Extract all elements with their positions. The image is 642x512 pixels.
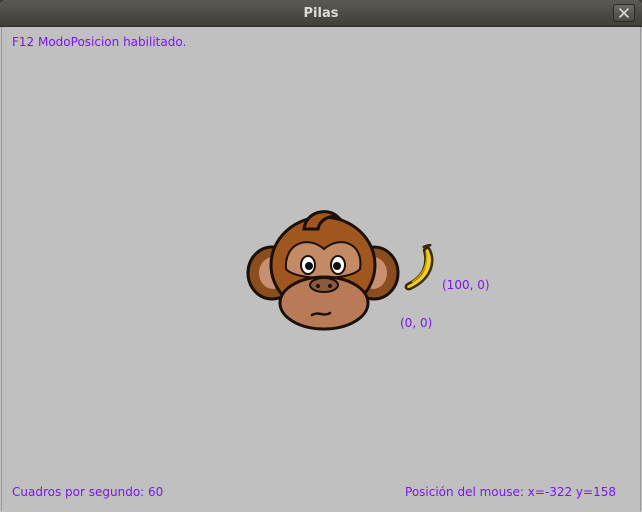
monkey-coordinate-label: (0, 0) <box>400 316 433 330</box>
fps-counter: Cuadros por segundo: 60 <box>12 485 164 499</box>
app-window: Pilas F12 ModoPosicion habilitado. (100,… <box>0 0 642 512</box>
game-canvas[interactable]: F12 ModoPosicion habilitado. (100, 0) (0… <box>1 27 641 511</box>
banana-coordinate-label: (100, 0) <box>442 278 490 292</box>
mode-message: F12 ModoPosicion habilitado. <box>12 35 187 49</box>
banana-icon[interactable] <box>402 244 438 292</box>
monkey-face-icon[interactable] <box>246 207 402 331</box>
window-title: Pilas <box>303 6 339 21</box>
title-bar[interactable]: Pilas <box>0 0 642 27</box>
mouse-position-readout: Posición del mouse: x=-322 y=158 <box>405 485 616 499</box>
close-button[interactable] <box>613 4 635 22</box>
close-icon <box>619 8 629 18</box>
